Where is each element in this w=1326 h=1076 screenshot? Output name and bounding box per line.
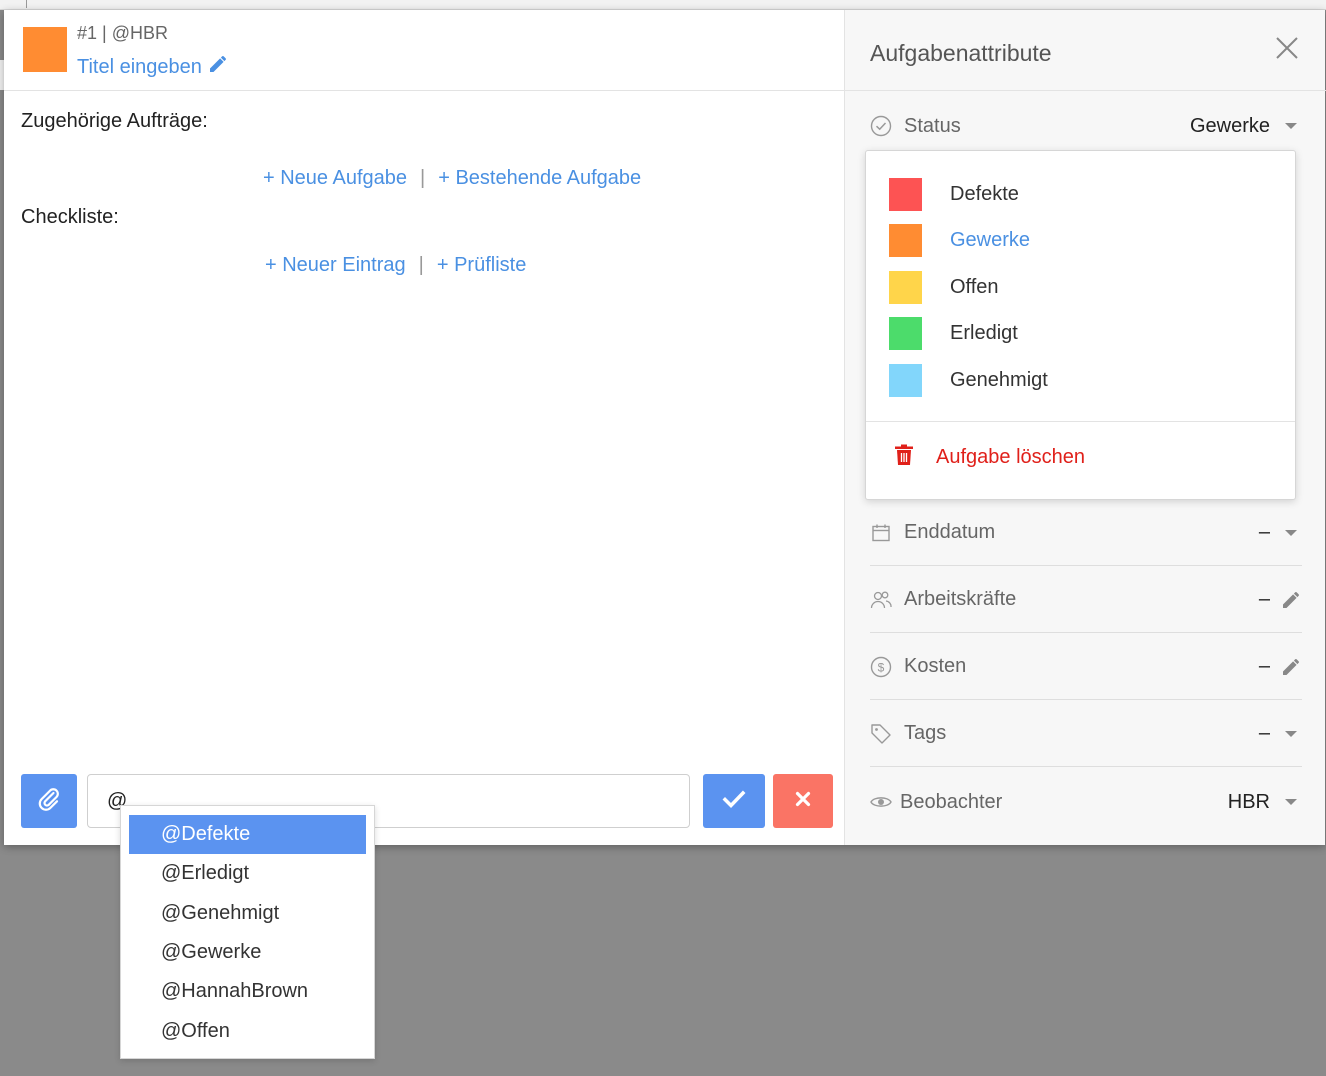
status-color-swatch [889, 223, 922, 257]
mention-option[interactable]: @Genehmigt [129, 894, 366, 933]
dropdown-divider [866, 421, 1295, 422]
checklist-links: + Neuer Eintrag | + Prüfliste [265, 254, 526, 277]
tags-value: – [1258, 722, 1270, 744]
mention-option[interactable]: @HannahBrown [129, 972, 366, 1011]
attribute-cost[interactable]: $ Kosten – [870, 634, 1302, 700]
title-placeholder: Titel eingeben [77, 55, 202, 78]
attribute-watchers[interactable]: Beobachter HBR [870, 769, 1302, 835]
watchers-value: HBR [1227, 790, 1270, 813]
link-separator: | [418, 254, 424, 276]
tags-label: Tags [904, 722, 947, 744]
status-color-swatch [889, 270, 922, 304]
dollar-circle-icon: $ [870, 656, 892, 678]
status-option-offen[interactable]: Offen [889, 270, 999, 304]
svg-text:$: $ [878, 660, 885, 674]
task-id-line: #1 | @HBR [77, 23, 168, 43]
mention-option[interactable]: @Erledigt [129, 854, 366, 893]
delete-task-label: Aufgabe löschen [936, 446, 1086, 468]
new-entry-link[interactable]: + Neuer Eintrag [265, 254, 406, 277]
related-tasks-label: Zugehörige Aufträge: [21, 110, 208, 132]
delete-task-button[interactable]: Aufgabe löschen [894, 444, 1085, 471]
attributes-title: Aufgabenattribute [870, 40, 1052, 66]
chevron-down-icon[interactable] [1280, 115, 1302, 137]
status-option-label: Gewerke [950, 228, 1031, 251]
status-dropdown: Defekte Gewerke Offen Erledigt Genehmigt… [865, 150, 1296, 500]
tag-icon [870, 723, 892, 745]
status-option-defekte[interactable]: Defekte [889, 177, 1019, 211]
task-main-panel: #1 | @HBR Titel eingeben Zugehörige Auft… [4, 10, 844, 845]
attribute-workers[interactable]: Arbeitskräfte – [870, 567, 1302, 633]
status-option-erledigt[interactable]: Erledigt [889, 316, 1018, 350]
attach-button[interactable] [21, 774, 77, 828]
mention-option[interactable]: @Gewerke [129, 933, 366, 972]
pencil-icon[interactable] [1280, 589, 1302, 611]
checklist-template-link[interactable]: + Prüfliste [437, 254, 526, 277]
status-value: Gewerke [1189, 114, 1270, 137]
watchers-label: Beobachter [900, 790, 1003, 813]
attribute-end-date[interactable]: Enddatum – [870, 500, 1302, 566]
end-date-value: – [1258, 521, 1270, 543]
status-color-swatch [889, 316, 922, 350]
close-panel-button[interactable] [1275, 36, 1299, 60]
chevron-down-icon[interactable] [1280, 791, 1302, 813]
check-icon [722, 789, 746, 814]
existing-task-link[interactable]: + Bestehende Aufgabe [438, 167, 641, 190]
status-option-genehmigt[interactable]: Genehmigt [889, 363, 1048, 397]
status-option-label: Erledigt [950, 321, 1018, 344]
close-icon [1275, 37, 1299, 64]
calendar-icon [870, 522, 892, 544]
close-icon [795, 791, 811, 812]
panel-divider [845, 90, 1326, 91]
new-task-link[interactable]: + Neue Aufgabe [263, 167, 407, 190]
trash-icon [894, 444, 914, 471]
status-color-swatch [889, 363, 922, 397]
pencil-icon[interactable] [1280, 656, 1302, 678]
link-separator: | [420, 167, 426, 189]
status-option-label: Defekte [950, 182, 1019, 205]
checklist-label: Checkliste: [21, 206, 119, 228]
background-tick [26, 0, 27, 8]
mention-option[interactable]: @Defekte [129, 815, 366, 855]
cancel-button[interactable] [773, 774, 833, 828]
task-color-square[interactable] [23, 27, 67, 72]
end-date-label: Enddatum [904, 521, 996, 543]
status-color-swatch [889, 177, 922, 211]
users-icon [870, 589, 892, 611]
title-edit-link[interactable]: Titel eingeben [77, 54, 228, 80]
confirm-button[interactable] [703, 774, 765, 828]
paperclip-icon [37, 787, 61, 816]
mention-option[interactable]: @Offen [129, 1011, 366, 1050]
status-option-gewerke[interactable]: Gewerke [889, 223, 1030, 257]
chevron-down-icon[interactable] [1280, 522, 1302, 544]
attribute-tags[interactable]: Tags – [870, 701, 1302, 767]
status-option-label: Genehmigt [950, 368, 1048, 391]
workers-label: Arbeitskräfte [904, 588, 1017, 610]
mention-dropdown: @Defekte @Erledigt @Genehmigt @Gewerke @… [120, 805, 375, 1059]
related-tasks-links: + Neue Aufgabe | + Bestehende Aufgabe [263, 167, 641, 190]
status-option-label: Offen [950, 275, 999, 298]
chevron-down-icon[interactable] [1280, 723, 1302, 745]
cost-value: – [1258, 655, 1270, 677]
eye-icon [870, 791, 892, 813]
background-page-strip [0, 0, 1326, 10]
task-header: #1 | @HBR Titel eingeben [4, 10, 844, 91]
check-circle-icon [870, 115, 892, 137]
pencil-icon [208, 54, 228, 80]
cost-label: Kosten [904, 655, 967, 677]
status-label: Status [904, 114, 961, 137]
workers-value: – [1258, 588, 1270, 610]
